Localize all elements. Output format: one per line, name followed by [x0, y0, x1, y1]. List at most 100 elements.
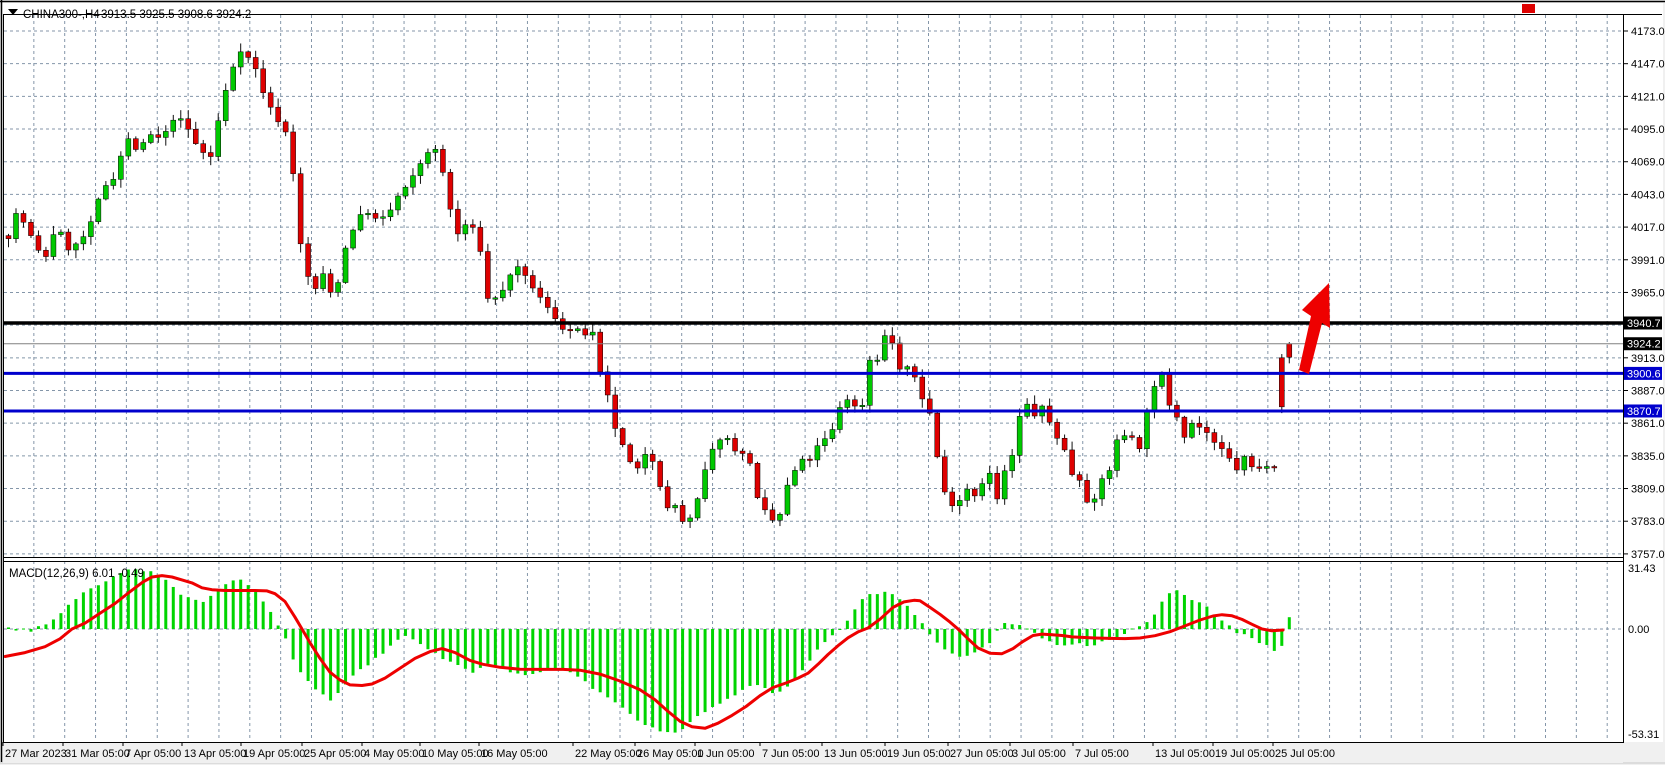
macd-histogram-bar: [1250, 629, 1253, 638]
macd-histogram-bar: [808, 629, 811, 661]
macd-histogram-bar: [382, 629, 385, 654]
candle-body: [283, 122, 288, 132]
macd-histogram-bar: [951, 629, 954, 654]
candle-body: [1182, 417, 1187, 437]
candle-body: [995, 473, 1000, 499]
macd-histogram-bar: [1056, 629, 1059, 645]
candle-body: [568, 329, 573, 330]
macd-histogram-bar: [756, 629, 759, 685]
candle-body: [1227, 449, 1232, 459]
candle-body: [66, 232, 71, 250]
price-tick-label: 3757.0: [1631, 549, 1665, 561]
candle-body: [1279, 358, 1284, 407]
macd-histogram-bar: [539, 629, 542, 672]
candle-body: [867, 360, 872, 405]
macd-histogram-bar: [396, 629, 399, 640]
candle-body: [231, 67, 236, 90]
macd-histogram-bar: [1145, 622, 1148, 629]
candle-body: [725, 438, 730, 439]
macd-histogram-bar: [157, 575, 160, 629]
candle-body: [1002, 471, 1007, 499]
candle-body: [957, 500, 962, 505]
macd-histogram-bar: [1220, 621, 1223, 629]
candle-body: [500, 290, 505, 298]
macd-histogram-bar: [651, 629, 654, 727]
time-tick-label: 10 May 05:00: [422, 748, 489, 760]
macd-histogram-bar: [988, 629, 991, 643]
macd-histogram-bar: [179, 595, 182, 629]
macd-histogram-bar: [494, 629, 497, 665]
macd-histogram-bar: [531, 629, 534, 674]
time-tick-label: 19 Apr 05:00: [243, 748, 305, 760]
candle-body: [620, 428, 625, 444]
time-tick-label: 25 Jul 05:00: [1275, 748, 1335, 760]
macd-histogram-bar: [734, 629, 737, 695]
time-tick-label: 1 Jun 05:00: [697, 748, 755, 760]
candle-body: [448, 172, 453, 209]
candle-body: [710, 449, 715, 470]
candle-body: [328, 274, 333, 293]
symbol-ohlc-label: 3913.5 3925.5 3908.6 3924.2: [101, 9, 251, 21]
time-tick-label: 7 Jun 05:00: [762, 748, 820, 760]
candle-body: [1219, 442, 1224, 448]
macd-histogram-bar: [352, 629, 355, 676]
candle-body: [103, 185, 108, 199]
macd-histogram-bar: [164, 580, 167, 629]
macd-histogram-bar: [1123, 629, 1126, 634]
macd-histogram-bar: [449, 629, 452, 662]
candle-body: [897, 343, 902, 369]
macd-histogram-bar: [831, 629, 834, 635]
macd-histogram-bar: [973, 629, 976, 652]
candle-body: [43, 250, 48, 256]
macd-histogram-bar: [209, 596, 212, 629]
macd-histogram-bar: [1131, 628, 1134, 629]
candle-body: [171, 120, 176, 131]
chart-canvas[interactable]: 4173.04147.04121.04095.04069.04043.04017…: [0, 0, 1665, 765]
candle-body: [845, 400, 850, 408]
candle-body: [1144, 412, 1149, 449]
macd-histogram-bar: [996, 629, 999, 631]
corner-marker-icon[interactable]: [1522, 4, 1535, 13]
candle-body: [261, 69, 266, 93]
price-tick-label: 4173.0: [1631, 26, 1665, 38]
macd-histogram-bar: [614, 629, 617, 702]
time-axis[interactable]: 27 Mar 202331 Mar 05:007 Apr 05:0013 Apr…: [3, 742, 1623, 763]
candle-body: [253, 57, 258, 68]
candle-body: [1264, 467, 1269, 469]
candle-body: [942, 457, 947, 492]
macd-histogram-bar: [471, 629, 474, 673]
macd-histogram-bar: [591, 629, 594, 689]
candle-body: [1107, 470, 1112, 478]
time-tick-label: 3 Jul 05:00: [1012, 748, 1066, 760]
candle-body: [1130, 436, 1135, 438]
candle-body: [1017, 416, 1022, 455]
candle-body: [733, 438, 738, 451]
chart-window: 4173.04147.04121.04095.04069.04043.04017…: [0, 0, 1665, 765]
macd-histogram-bar: [7, 627, 10, 629]
macd-histogram-bar: [943, 629, 946, 649]
macd-histogram-bar: [456, 629, 459, 665]
candle-body: [545, 297, 550, 307]
candle-body: [433, 149, 438, 152]
candle-body: [785, 485, 790, 514]
time-tick-label: 13 Apr 05:00: [184, 748, 246, 760]
candle-body: [1189, 423, 1194, 437]
candle-body: [575, 329, 580, 331]
candle-body: [822, 439, 827, 446]
candle-body: [815, 446, 820, 460]
candle-body: [186, 119, 191, 130]
candle-body: [1100, 479, 1105, 499]
price-tick-label: 3887.0: [1631, 385, 1665, 397]
candle-body: [1077, 475, 1082, 481]
candle-body: [156, 135, 161, 138]
candle-body: [343, 248, 348, 283]
candle-body: [680, 505, 685, 521]
symbol-label: CHINA300-,H4: [23, 9, 100, 21]
macd-histogram-bar: [749, 629, 752, 686]
macd-histogram-bar: [786, 629, 789, 687]
candle-body: [515, 267, 520, 275]
candle-body: [762, 498, 767, 510]
macd-histogram-bar: [202, 602, 205, 629]
macd-histogram-bar: [1175, 590, 1178, 629]
price-tick-label: 3991.0: [1631, 255, 1665, 267]
